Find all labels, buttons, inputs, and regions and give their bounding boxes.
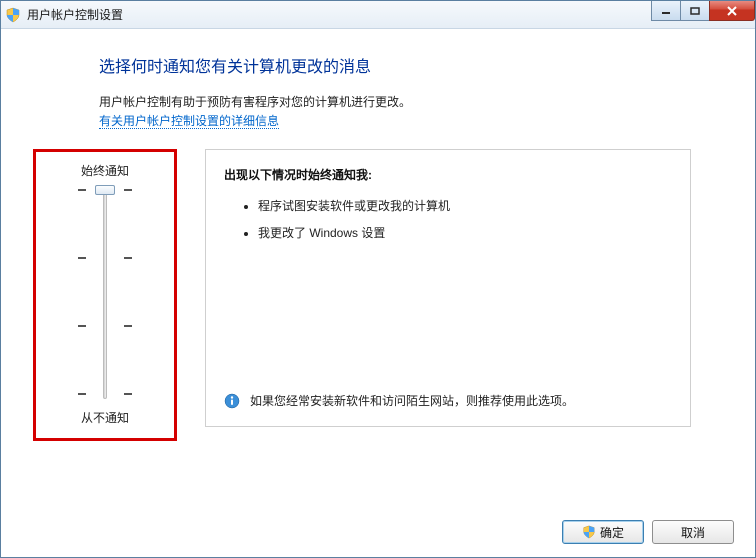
info-title: 出现以下情况时始终通知我: [224,166,672,183]
close-button[interactable] [709,1,755,21]
main-area: 始终通知 从不通知 出现以下情况时始终通知我: 程序试图安装软件或更改我的计算机… [27,149,729,441]
titlebar: 用户帐户控制设置 [1,1,755,29]
minimize-button[interactable] [651,1,681,21]
shield-icon [5,7,21,23]
list-item: 程序试图安装软件或更改我的计算机 [258,197,672,214]
cancel-button[interactable]: 取消 [652,520,734,544]
description-text: 用户帐户控制有助于预防有害程序对您的计算机进行更改。 [99,95,411,109]
slider-label-top: 始终通知 [36,162,174,179]
list-item: 我更改了 Windows 设置 [258,224,672,241]
window-title: 用户帐户控制设置 [27,6,123,23]
slider-tick [124,257,132,259]
slider-tick [124,393,132,395]
info-icon [224,393,240,409]
slider-tick [124,325,132,327]
slider-track[interactable] [103,189,107,399]
shield-icon [582,525,596,539]
info-panel: 出现以下情况时始终通知我: 程序试图安装软件或更改我的计算机 我更改了 Wind… [205,149,691,427]
slider-track-area [36,189,174,399]
maximize-button[interactable] [680,1,710,21]
slider-tick [78,189,86,191]
learn-more-link[interactable]: 有关用户帐户控制设置的详细信息 [99,114,279,129]
slider-tick [78,393,86,395]
slider-tick [124,189,132,191]
slider-tick [78,257,86,259]
ok-button-label: 确定 [600,524,624,541]
description: 用户帐户控制有助于预防有害程序对您的计算机进行更改。 有关用户帐户控制设置的详细… [99,93,729,131]
notification-slider-box: 始终通知 从不通知 [33,149,177,441]
recommendation-row: 如果您经常安装新软件和访问陌生网站，则推荐使用此选项。 [224,392,672,410]
content-area: 选择何时通知您有关计算机更改的消息 用户帐户控制有助于预防有害程序对您的计算机进… [1,29,755,441]
window-controls [652,1,755,21]
page-heading: 选择何时通知您有关计算机更改的消息 [99,53,729,77]
cancel-button-label: 取消 [681,524,705,541]
info-list: 程序试图安装软件或更改我的计算机 我更改了 Windows 设置 [258,197,672,241]
slider-tick [78,325,86,327]
recommendation-text: 如果您经常安装新软件和访问陌生网站，则推荐使用此选项。 [250,392,574,410]
slider-thumb[interactable] [95,185,115,195]
footer-buttons: 确定 取消 [562,520,734,544]
ok-button[interactable]: 确定 [562,520,644,544]
slider-label-bottom: 从不通知 [36,409,174,426]
